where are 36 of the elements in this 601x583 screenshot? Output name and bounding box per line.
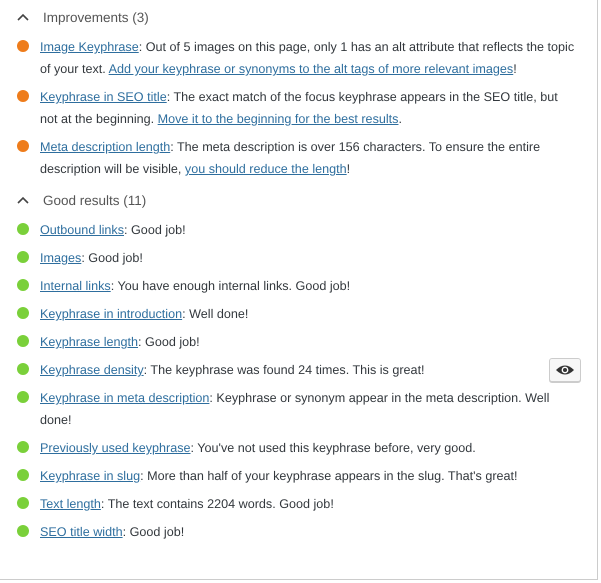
result-text: Keyphrase in introduction: Well done! <box>40 306 250 323</box>
result-text: SEO title width: Good job! <box>40 524 186 541</box>
caret-icon <box>17 196 29 204</box>
eye-icon <box>555 364 575 376</box>
result-text: Keyphrase in meta description: Keyphrase or synonym appear in the meta description. Well done! <box>40 390 550 429</box>
result-text: Outbound links: Good job! <box>40 222 187 239</box>
result-text: Keyphrase in SEO title: The exact match of the focus keyphrase appears in the SEO title, but not at the beginning. Move it to the beginning for the best results. <box>40 89 559 128</box>
section-toggle[interactable]: Improvements (3) <box>0 6 149 28</box>
result-link[interactable]: Keyphrase in slug <box>40 469 140 483</box>
highlight-button[interactable] <box>549 358 581 382</box>
result-text: Keyphrase in slug: More than half of your keyphrase appears in the slug. That's great! <box>40 468 519 485</box>
result-link[interactable]: Outbound links <box>40 223 124 237</box>
result-link[interactable]: Keyphrase length <box>40 335 138 349</box>
result-link[interactable]: Keyphrase in introduction <box>40 307 182 321</box>
result-link[interactable]: Internal links <box>40 279 111 293</box>
result-link[interactable]: SEO title width <box>40 525 123 539</box>
caret-icon <box>17 13 29 21</box>
result-link[interactable]: Move it to the beginning for the best results <box>158 112 398 126</box>
result-link[interactable]: you should reduce the length <box>184 162 347 176</box>
result-text: Images: Good job! <box>40 250 144 267</box>
result-link[interactable]: Images <box>40 251 82 265</box>
section-toggle[interactable]: Good results (11) <box>0 189 146 211</box>
result-text: Previously used keyphrase: You've not used this keyphrase before, very good. <box>40 440 477 457</box>
result-text: Internal links: You have enough internal links. Good job! <box>40 278 352 295</box>
result-text: Meta description length: The meta description is over 156 characters. To ensure the entire description will be visible, you should reduce the length! <box>40 139 542 178</box>
result-link[interactable]: Text length <box>40 497 101 511</box>
result-text: Image Keyphrase: Out of 5 images on this page, only 1 has an alt attribute that reflects the topic of your text. Add your keyphrase or synonyms to the alt tags of more relevant images! <box>40 39 575 78</box>
result-link[interactable]: Add your keyphrase or synonyms to the alt tags of more relevant images <box>108 62 514 76</box>
result-link[interactable]: Keyphrase density <box>40 363 144 377</box>
result-link[interactable]: Keyphrase in meta description <box>40 391 210 405</box>
result-link[interactable]: Meta description length <box>40 140 170 154</box>
result-link[interactable]: Image Keyphrase <box>40 40 139 54</box>
result-link[interactable]: Keyphrase in SEO title <box>40 90 167 104</box>
result-text: Text length: The text contains 2204 words. Good job! <box>40 496 335 513</box>
result-link[interactable]: Previously used keyphrase <box>40 441 191 455</box>
result-text: Keyphrase length: Good job! <box>40 334 201 351</box>
